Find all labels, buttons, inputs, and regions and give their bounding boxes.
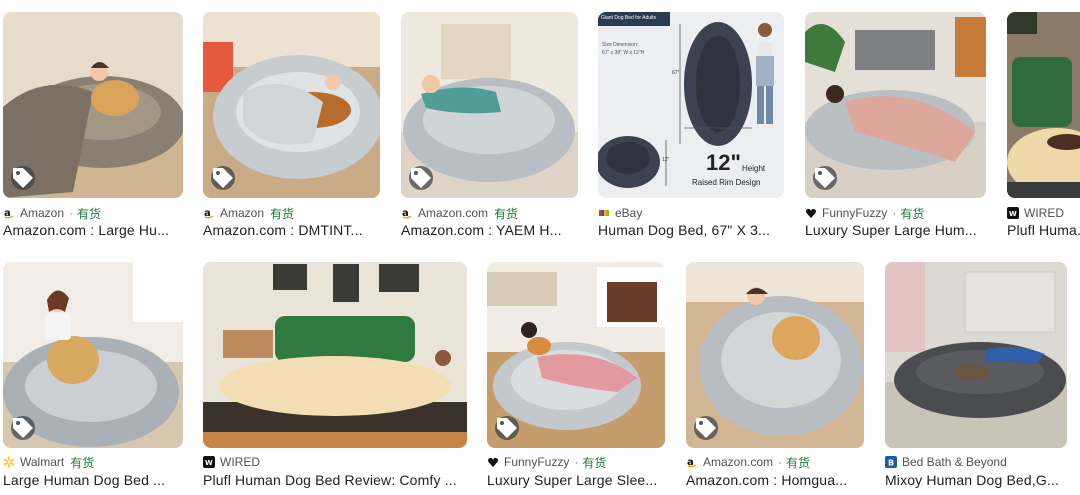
amazon-icon: a — [203, 207, 215, 219]
stock-badge: 有货 — [77, 206, 102, 221]
source-name: FunnyFuzzy — [822, 206, 888, 220]
source-name: WIRED — [220, 455, 260, 469]
result-thumbnail[interactable] — [203, 12, 380, 198]
result-thumbnail[interactable] — [3, 12, 183, 198]
source-name: Walmart — [20, 455, 65, 469]
source-name: FunnyFuzzy — [504, 455, 570, 469]
result-source[interactable]: a Amazon · 有货 — [3, 205, 101, 221]
result-source[interactable]: W WIRED — [203, 454, 260, 470]
infographic-header: Giant Dog Bed for Adults — [601, 15, 657, 21]
infographic-dim-label: Size Dimension: — [602, 42, 639, 48]
result-title[interactable]: Human Dog Bed, 67" X 3... — [598, 222, 784, 242]
stock-badge: 有货 — [786, 455, 811, 470]
result-card[interactable]: a Amazon.com 有货 Amazon.com : YAEM H... — [401, 12, 578, 242]
result-thumbnail[interactable] — [885, 262, 1067, 448]
result-source[interactable]: FunnyFuzzy · 有货 — [487, 454, 606, 470]
tag-icon — [813, 166, 837, 190]
svg-text:B: B — [888, 459, 894, 468]
source-name: eBay — [615, 206, 643, 220]
result-title[interactable]: Amazon.com : Large Hu... — [3, 222, 183, 242]
infographic-raised-rim: Raised Rim Design — [692, 178, 761, 187]
result-card[interactable]: Giant Dog Bed for Adults Size Dimension:… — [598, 12, 784, 242]
amazon-icon: a — [686, 456, 698, 468]
result-card[interactable]: FunnyFuzzy · 有货 Luxury Super Large Hum... — [805, 12, 986, 242]
result-title[interactable]: Large Human Dog Bed ... — [3, 472, 183, 492]
result-card[interactable]: W WIRED Plufl Human Dog Bed Review: Comf… — [203, 262, 467, 492]
tag-icon — [495, 416, 519, 440]
result-thumbnail[interactable] — [3, 262, 183, 448]
result-title[interactable]: Amazon.com : YAEM H... — [401, 222, 578, 242]
result-source[interactable]: FunnyFuzzy · 有货 — [805, 205, 924, 221]
stock-badge: 有货 — [270, 206, 295, 221]
funnyfuzzy-icon — [805, 207, 817, 219]
walmart-icon — [3, 456, 15, 468]
result-source[interactable]: W WIRED — [1007, 205, 1064, 221]
result-thumbnail[interactable]: Giant Dog Bed for Adults Size Dimension:… — [598, 12, 784, 198]
result-card[interactable]: Walmart 有货 Large Human Dog Bed ... — [3, 262, 183, 492]
result-source[interactable]: eBay — [598, 205, 642, 221]
result-title[interactable]: Plufl Huma... — [1007, 222, 1080, 242]
amazon-icon: a — [401, 207, 413, 219]
result-thumbnail[interactable] — [1007, 12, 1080, 198]
source-name: Amazon — [20, 206, 65, 220]
tag-icon — [694, 416, 718, 440]
svg-text:W: W — [1009, 210, 1017, 218]
source-name: Bed Bath & Beyond — [902, 455, 1007, 469]
tag-icon — [11, 166, 35, 190]
tag-icon — [211, 166, 235, 190]
tag-icon — [11, 416, 35, 440]
infographic-height-big: 12" — [706, 150, 741, 175]
wired-icon: W — [203, 456, 215, 468]
result-card[interactable]: a Amazon 有货 Amazon.com : DMTINT... — [203, 12, 380, 242]
result-card[interactable]: FunnyFuzzy · 有货 Luxury Super Large Slee..… — [487, 262, 665, 492]
result-source[interactable]: B Bed Bath & Beyond — [885, 454, 1007, 470]
result-title[interactable]: Amazon.com : Homgua... — [686, 472, 864, 492]
result-thumbnail[interactable] — [401, 12, 578, 198]
source-name: Amazon — [220, 206, 265, 220]
amazon-icon: a — [3, 207, 15, 219]
result-title[interactable]: Luxury Super Large Slee... — [487, 472, 665, 492]
infographic-dims: 67" x 38" W x 12"H — [602, 50, 645, 56]
result-source[interactable]: Walmart 有货 — [3, 454, 94, 470]
infographic-height-word: Height — [742, 164, 766, 173]
stock-badge: 有货 — [494, 206, 519, 221]
result-thumbnail[interactable] — [487, 262, 665, 448]
result-title[interactable]: Plufl Human Dog Bed Review: Comfy ... — [203, 472, 467, 492]
stock-badge: 有货 — [900, 206, 925, 221]
result-card[interactable]: a Amazon · 有货 Amazon.com : Large Hu... — [3, 12, 183, 242]
result-source[interactable]: a Amazon.com · 有货 — [686, 454, 810, 470]
stock-badge: 有货 — [70, 455, 95, 470]
tag-icon — [409, 166, 433, 190]
source-name: WIRED — [1024, 206, 1064, 220]
result-title[interactable]: Amazon.com : DMTINT... — [203, 222, 380, 242]
infographic-rim: 12" — [662, 157, 670, 163]
source-name: Amazon.com — [418, 206, 489, 220]
stock-badge: 有货 — [582, 455, 607, 470]
result-card[interactable]: B Bed Bath & Beyond Mixoy Human Dog Bed,… — [885, 262, 1067, 492]
source-name: Amazon.com — [703, 455, 774, 469]
infographic-length: 67" — [672, 70, 680, 76]
result-card[interactable]: W WIRED Plufl Huma... — [1007, 12, 1080, 242]
result-source[interactable]: a Amazon.com 有货 — [401, 205, 518, 221]
result-title[interactable]: Mixoy Human Dog Bed,G... — [885, 472, 1067, 492]
result-title[interactable]: Luxury Super Large Hum... — [805, 222, 986, 242]
funnyfuzzy-icon — [487, 456, 499, 468]
infographic-width: 38" — [713, 130, 721, 136]
result-thumbnail[interactable] — [805, 12, 986, 198]
wired-icon: W — [1007, 207, 1019, 219]
bedbathbeyond-icon: B — [885, 456, 897, 468]
result-thumbnail[interactable] — [203, 262, 467, 448]
ebay-icon — [598, 207, 610, 219]
svg-text:W: W — [205, 459, 213, 467]
result-thumbnail[interactable] — [686, 262, 864, 448]
result-source[interactable]: a Amazon 有货 — [203, 205, 294, 221]
result-card[interactable]: a Amazon.com · 有货 Amazon.com : Homgua... — [686, 262, 864, 492]
